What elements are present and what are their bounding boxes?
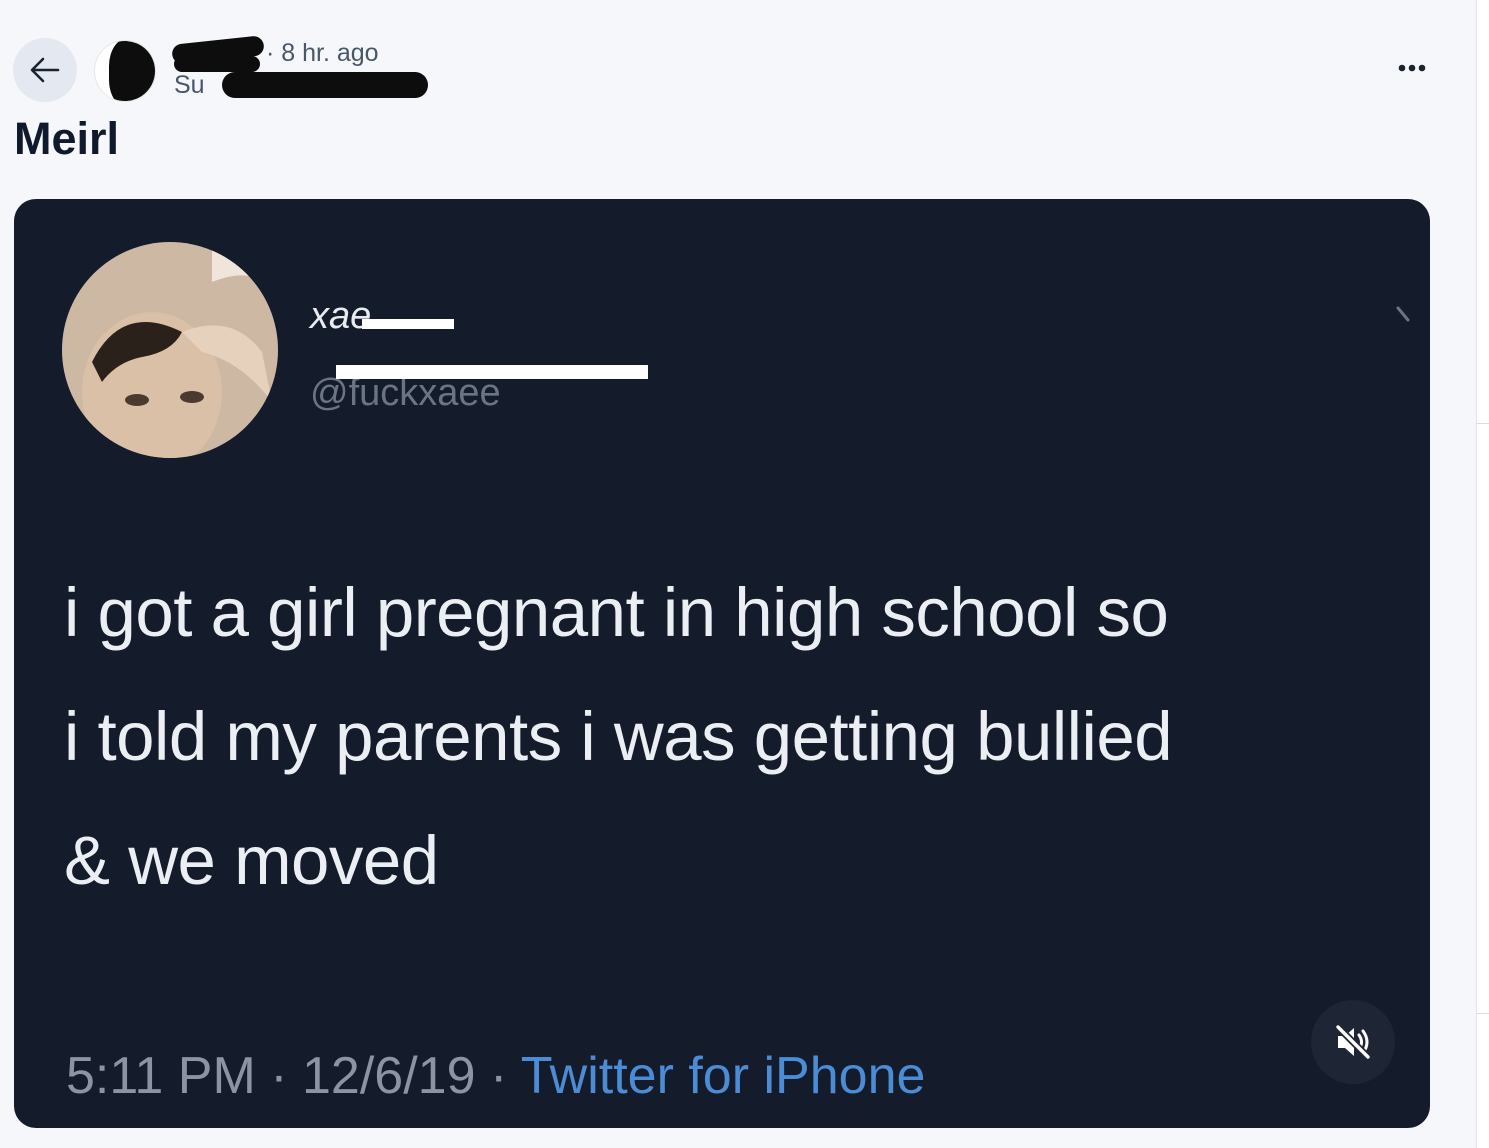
- rail-divider: [1476, 423, 1489, 424]
- tweet-line: i got a girl pregnant in high school so: [64, 574, 1169, 651]
- redaction-mark: [174, 56, 260, 72]
- tweet-timestamp: 5:11 PM · 12/6/19 ·: [66, 1047, 521, 1105]
- tweet-line: & we moved: [64, 822, 439, 899]
- tweet-source: Twitter for iPhone: [520, 1047, 926, 1105]
- chevron-down-icon: [1396, 304, 1412, 333]
- right-rail: [1476, 0, 1489, 1148]
- post-time: · 8 hr. ago: [266, 39, 379, 67]
- redaction-mark: [222, 72, 428, 98]
- post-title: Meirl: [14, 113, 120, 164]
- post-media[interactable]: xae @fuckxaee i got a girl pregnant in h…: [14, 199, 1430, 1128]
- back-button[interactable]: [13, 38, 77, 102]
- tweet-line: i told my parents i was getting bullied: [64, 698, 1173, 775]
- speaker-muted-icon: [1334, 1023, 1372, 1061]
- mute-button[interactable]: [1311, 1000, 1395, 1084]
- arrow-left-icon: [30, 57, 60, 83]
- tweet-author-name: xae: [310, 295, 372, 337]
- redaction-mark: [336, 365, 648, 379]
- community-name[interactable]: Su: [174, 70, 205, 100]
- tweet-avatar: [62, 242, 278, 458]
- more-options-button[interactable]: [1392, 50, 1432, 86]
- redaction-mark: [362, 319, 454, 329]
- more-horizontal-icon: [1398, 64, 1426, 72]
- tweet-footer: 5:11 PM · 12/6/19 · Twitter for iPhone: [66, 1044, 925, 1108]
- rail-divider: [1476, 1013, 1489, 1014]
- community-avatar[interactable]: [94, 40, 156, 102]
- tweet-body: i got a girl pregnant in high school so …: [64, 551, 1430, 923]
